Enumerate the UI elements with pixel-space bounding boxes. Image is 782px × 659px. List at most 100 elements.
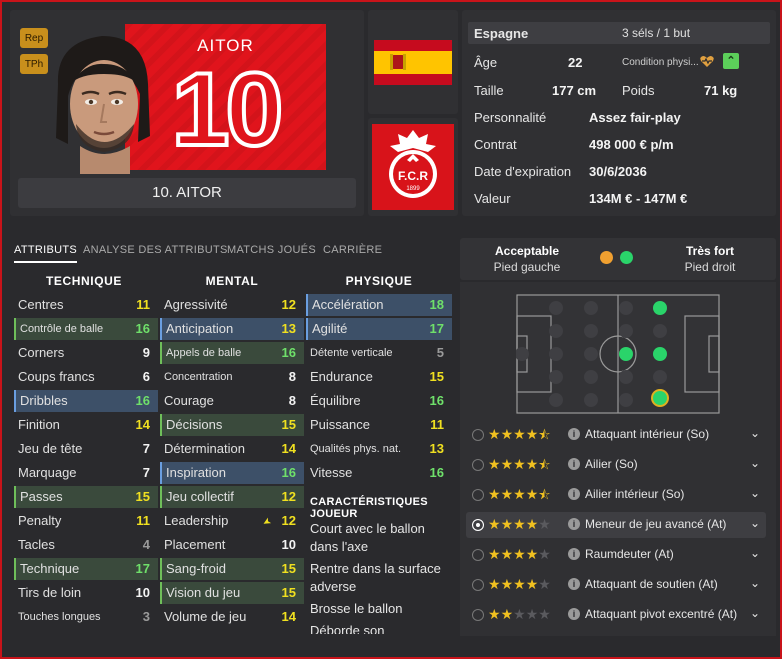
role-radio[interactable] xyxy=(472,459,484,471)
attribute-row[interactable]: Équilibre 16 xyxy=(306,390,452,412)
caps-goals: 3 séls / 1 but xyxy=(622,26,691,40)
info-icon[interactable]: i xyxy=(568,518,580,530)
tab-carriere[interactable]: CARRIÈRE xyxy=(323,244,382,256)
chevron-down-icon[interactable]: ⌄ xyxy=(750,456,760,470)
attribute-value: 12 xyxy=(281,297,296,312)
role-radio[interactable] xyxy=(472,519,484,531)
role-row[interactable]: ★★★★⯪ i Ailier intérieur (So) ⌄ xyxy=(466,482,766,508)
role-row[interactable]: ★★★★★ i Raumdeuter (At) ⌄ xyxy=(466,542,766,568)
attribute-row[interactable]: Appels de balle 16 xyxy=(160,342,304,364)
player-face-image xyxy=(56,36,150,174)
attribute-row[interactable]: Décisions 15 xyxy=(160,414,304,436)
role-radio[interactable] xyxy=(472,579,484,591)
condition-heart-icon[interactable] xyxy=(699,53,715,69)
attribute-row[interactable]: Tirs de loin 10 xyxy=(14,582,158,604)
star-rating-icon: ★★★★★ xyxy=(488,576,551,592)
attribute-row[interactable]: Anticipation 13 xyxy=(160,318,304,340)
attribute-row[interactable]: Penalty 11 xyxy=(14,510,158,532)
attribute-label: Courage xyxy=(164,393,214,408)
attribute-row[interactable]: Vitesse 16 xyxy=(306,462,452,484)
role-radio[interactable] xyxy=(472,609,484,621)
attribute-value: 17 xyxy=(135,561,150,576)
tab-matchs[interactable]: MATCHS JOUÉS xyxy=(227,244,316,256)
attribute-row[interactable]: Passes 15 xyxy=(14,486,158,508)
chevron-down-icon[interactable]: ⌄ xyxy=(750,546,760,560)
personality-label: Personnalité xyxy=(474,110,547,125)
attribute-value: 18 xyxy=(429,297,444,312)
value-label: Valeur xyxy=(474,191,511,206)
attribute-row[interactable]: Agilité 17 xyxy=(306,318,452,340)
tab-attributs[interactable]: ATTRIBUTS xyxy=(14,244,77,263)
attribute-row[interactable]: Placement 10 xyxy=(160,534,304,556)
chevron-down-icon[interactable]: ⌄ xyxy=(750,606,760,620)
attribute-row[interactable]: Technique 17 xyxy=(14,558,158,580)
info-icon[interactable]: i xyxy=(568,578,580,590)
attribute-row[interactable]: Accélération 18 xyxy=(306,294,452,316)
attribute-row[interactable]: Concentration 8 xyxy=(160,366,304,388)
attribute-row[interactable]: Corners 9 xyxy=(14,342,158,364)
attribute-label: Détente verticale xyxy=(310,347,393,359)
role-row[interactable]: ★★★★⯪ i Ailier (So) ⌄ xyxy=(466,452,766,478)
attribute-label: Coups francs xyxy=(18,369,95,384)
attribute-label: Touches longues xyxy=(18,611,101,623)
attribute-row[interactable]: Touches longues 3 xyxy=(14,606,158,628)
attribute-value: 4 xyxy=(142,537,150,552)
attribute-row[interactable]: Dribbles 16 xyxy=(14,390,158,412)
role-badge-rep[interactable]: Rep xyxy=(20,28,48,48)
info-icon[interactable]: i xyxy=(568,548,580,560)
role-radio[interactable] xyxy=(472,429,484,441)
attribute-row[interactable]: Vision du jeu 15 xyxy=(160,582,304,604)
role-row[interactable]: ★★★★★ i Attaquant pivot excentré (At) ⌄ xyxy=(466,602,766,628)
info-icon[interactable]: i xyxy=(568,488,580,500)
attribute-row[interactable]: Centres 11 xyxy=(14,294,158,316)
preferred-foot-panel: Acceptable Pied gauche Très fort Pied dr… xyxy=(460,238,776,280)
info-icon[interactable]: i xyxy=(568,608,580,620)
attribute-row[interactable]: Courage 8 xyxy=(160,390,304,412)
tab-analyse[interactable]: ANALYSE DES ATTRIBUTS xyxy=(83,244,228,256)
chevron-down-icon[interactable]: ⌄ xyxy=(750,576,760,590)
traits-title: CARACTÉRISTIQUES JOUEUR xyxy=(310,496,428,520)
attribute-row[interactable]: Coups francs 6 xyxy=(14,366,158,388)
left-foot-rating: Acceptable xyxy=(494,244,560,258)
attribute-row[interactable]: Contrôle de balle 16 xyxy=(14,318,158,340)
role-row[interactable]: ★★★★⯪ i Attaquant intérieur (So) ⌄ xyxy=(466,422,766,448)
info-icon[interactable]: i xyxy=(568,428,580,440)
attribute-row[interactable]: Marquage 7 xyxy=(14,462,158,484)
chevron-down-icon[interactable]: ⌄ xyxy=(750,516,760,530)
left-foot-label: Pied gauche xyxy=(493,260,561,274)
attribute-row[interactable]: Sang-froid 15 xyxy=(160,558,304,580)
role-badge-tph[interactable]: TPh xyxy=(20,54,48,74)
role-row[interactable]: ★★★★★ i Attaquant de soutien (At) ⌄ xyxy=(466,572,766,598)
attribute-row[interactable]: Endurance 15 xyxy=(306,366,452,388)
attribute-row[interactable]: Agressivité 12 xyxy=(160,294,304,316)
attribute-row[interactable]: Jeu collectif 12 xyxy=(160,486,304,508)
attribute-row[interactable]: Volume de jeu 14 xyxy=(160,606,304,628)
role-radio[interactable] xyxy=(472,489,484,501)
age-value: 22 xyxy=(568,55,583,70)
attribute-value: 12 xyxy=(281,489,296,504)
chevron-down-icon[interactable]: ⌄ xyxy=(750,486,760,500)
attribute-row[interactable]: Leadership ➤ 12 xyxy=(160,510,304,532)
attribute-row[interactable]: Tacles 4 xyxy=(14,534,158,556)
attribute-value: 7 xyxy=(142,441,150,456)
attribute-row[interactable]: Jeu de tête 7 xyxy=(14,438,158,460)
role-radio[interactable] xyxy=(472,549,484,561)
attribute-row[interactable]: Inspiration 16 xyxy=(160,462,304,484)
form-up-icon[interactable]: ⌃ xyxy=(723,53,739,69)
attribute-row[interactable]: Détermination 14 xyxy=(160,438,304,460)
attribute-value: 13 xyxy=(281,321,296,336)
window-frame: Rep TPh AITOR 10 10. AITOR F.C.R 1899 Es… xyxy=(2,2,780,657)
contract-value: 498 000 € p/m xyxy=(589,137,674,152)
club-crest-panel[interactable]: F.C.R 1899 xyxy=(368,118,458,216)
info-icon[interactable]: i xyxy=(568,458,580,470)
weight-label: Poids xyxy=(622,83,655,98)
chevron-down-icon[interactable]: ⌄ xyxy=(750,426,760,440)
attribute-row[interactable]: Finition 14 xyxy=(14,414,158,436)
attribute-label: Vitesse xyxy=(310,465,353,480)
role-row[interactable]: ★★★★★ i Meneur de jeu avancé (At) ⌄ xyxy=(466,512,766,538)
attribute-row[interactable]: Puissance 11 xyxy=(306,414,452,436)
attribute-row[interactable]: Qualités phys. nat. 13 xyxy=(306,438,452,460)
attribute-row[interactable]: Détente verticale 5 xyxy=(306,342,452,364)
star-rating-icon: ★★★★★ xyxy=(488,516,551,532)
nation-flag-panel[interactable] xyxy=(368,10,458,114)
